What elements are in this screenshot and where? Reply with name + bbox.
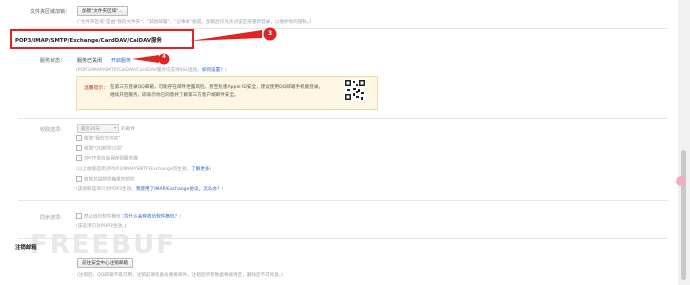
sync-note: (该选项只对POP3生效。) — [76, 224, 127, 229]
receive-options-label: 收取选项： — [40, 127, 66, 133]
receive-range-select[interactable]: 最近30天 ▾ — [77, 124, 119, 133]
folder-lock-button[interactable]: 加锁"文件夹区域"... — [77, 6, 128, 16]
watermark: FREEBUF — [30, 230, 176, 260]
receive-note-1: (以上收取选项对POP3/IMAP/SMTP/Exchange均生效。了解更多) — [76, 167, 212, 172]
service-note: (POP3/IMAP/SMTP/CalDAV/CardDAV服务均支持SSL连接… — [76, 68, 227, 73]
option-row-4[interactable]: 收取垃圾邮件箱里的邮件 — [76, 176, 135, 183]
checkbox[interactable] — [76, 145, 82, 151]
service-heading: POP3/IMAP/SMTP/Exchange/CardDAV/CalDAV服务 — [15, 38, 162, 44]
scrollbar-thumb[interactable] — [681, 150, 686, 280]
checkbox[interactable] — [76, 155, 82, 161]
tip-title: 温馨提示： — [84, 86, 108, 91]
deactivate-note: (注销后，QQ邮箱不再可用，注销前请先备份重要邮件，注销后所有数据将被清空，删除… — [77, 273, 284, 278]
enable-service-link[interactable]: 开启服务 — [111, 57, 131, 64]
folder-lock-label: 文件夹区域加锁： — [30, 9, 71, 15]
option-row-3[interactable]: SMTP发信后保存到服务器 — [76, 155, 138, 162]
folder-lock-note: ("文件夹区域"是由"我的文件夹"、"其他邮箱"、"记事本"组成。加锁后仅允许对… — [77, 20, 312, 25]
receive-range-suffix: 的邮件 — [121, 127, 135, 132]
service-status-label: 服务状态： — [40, 58, 66, 64]
sync-options-label: 同步选项： — [40, 215, 66, 221]
receive-note-2: (该收取选项只对POP3生效。我使用了IMAP/Exchange协议，怎么办？) — [76, 187, 224, 192]
deactivate-button[interactable]: 前往安全中心注销邮箱 — [77, 258, 133, 268]
receive-range-value: 最近30天 — [81, 127, 100, 132]
tip-line-2: 继续开启服务，即表示你已同意并了解第三方客户端邮件安全。 — [110, 93, 239, 98]
sync-option-row[interactable]: 禁止收信软件删信 (为什么会有收信软件删信？) — [76, 213, 181, 220]
floating-widget-icon[interactable] — [676, 176, 686, 186]
why-delete-link[interactable]: 为什么会有收信软件删信？ — [124, 215, 179, 220]
annotation-number-3: 3 — [267, 30, 273, 37]
checkbox[interactable] — [76, 176, 82, 182]
learn-more-link[interactable]: 了解更多 — [191, 167, 209, 172]
option-row-1[interactable]: 收取"我的文件夹" — [76, 135, 120, 142]
chevron-down-icon: ▾ — [113, 125, 116, 130]
qr-code-icon — [344, 79, 366, 101]
how-to-setup-link[interactable]: 如何设置？ — [202, 68, 225, 73]
checkbox[interactable] — [76, 135, 82, 141]
deactivate-heading: 注销邮箱 — [15, 245, 37, 251]
imap-help-link[interactable]: 我使用了IMAP/Exchange协议，怎么办？ — [136, 187, 222, 192]
mail-settings-page: { "folder_sync": { "label": "文件夹区域加锁：", … — [0, 0, 690, 285]
service-status-value: 服务已关闭 — [77, 58, 103, 64]
annotation-number-4: 4 — [162, 54, 166, 60]
tip-line-1: 在第三方登录QQ邮箱，可能存在邮件泄露风险，甚至危害Apple ID安全，建议使… — [110, 85, 324, 90]
checkbox[interactable] — [76, 213, 82, 219]
option-row-2[interactable]: 收取"QQ邮件订阅" — [76, 145, 123, 152]
